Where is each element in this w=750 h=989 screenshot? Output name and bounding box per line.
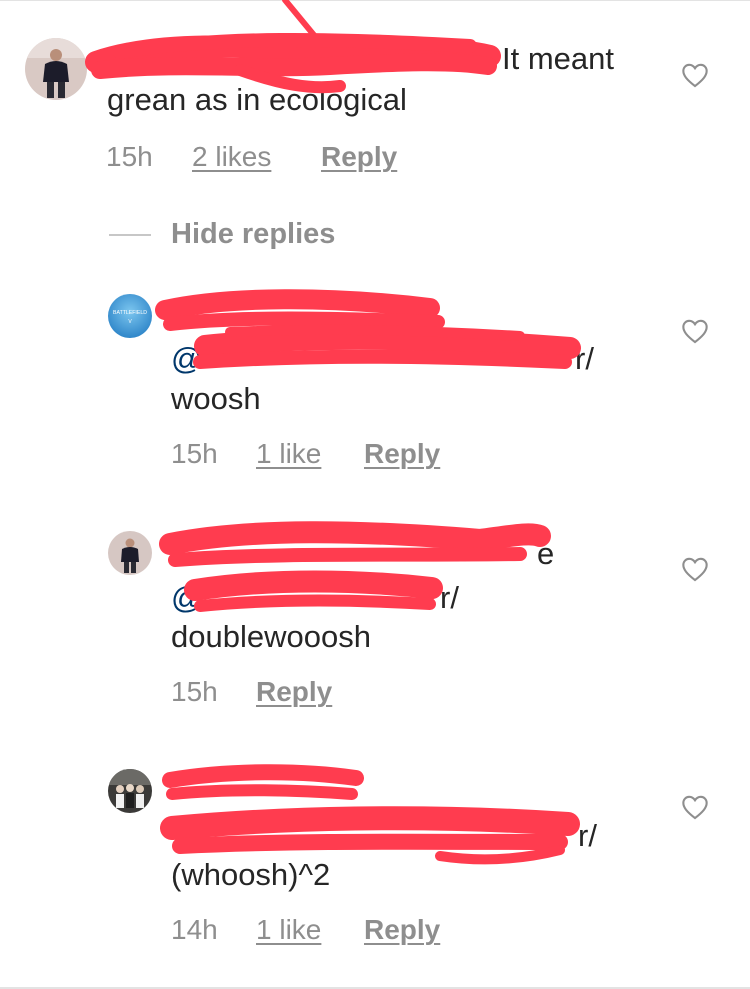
reply-button[interactable]: Reply	[321, 140, 397, 174]
comment-text-line-2: grean as in ecological	[107, 82, 407, 117]
reply-text-line-1-tail: e	[537, 536, 555, 571]
reply-text-line-3: doublewooosh	[171, 619, 371, 654]
mention-prefix[interactable]: @	[171, 339, 202, 379]
reply-text-line-3: woosh	[171, 381, 261, 416]
top-divider	[0, 0, 750, 1]
battlefield-avatar[interactable]: BATTLEFIELD V	[108, 294, 152, 338]
hide-replies-divider	[109, 234, 151, 236]
battlefield-avatar-label: BATTLEFIELD	[113, 310, 147, 316]
reply-text-tail: r/	[440, 580, 459, 615]
likes-link[interactable]: 1 like	[256, 437, 321, 471]
avatar[interactable]	[25, 38, 87, 100]
heart-outline-icon[interactable]	[681, 62, 709, 88]
mention-prefix[interactable]: @	[171, 578, 202, 618]
heart-outline-icon[interactable]	[681, 318, 709, 344]
heart-outline-icon[interactable]	[681, 794, 709, 820]
reply-text-line-3: (whoosh)^2	[171, 857, 331, 892]
comment-timestamp: 15h	[106, 141, 153, 172]
hide-replies-button[interactable]: Hide replies	[171, 217, 335, 251]
comment-text-line-1: It meant	[502, 41, 614, 76]
reply-timestamp: 15h	[171, 676, 218, 707]
reply-button[interactable]: Reply	[364, 913, 440, 947]
reply-text-tail: r/	[578, 818, 597, 853]
likes-link[interactable]: 1 like	[256, 913, 321, 947]
reply-text-tail: r/	[575, 341, 594, 376]
likes-link[interactable]: 2 likes	[192, 140, 271, 174]
user-avatar[interactable]	[108, 531, 152, 575]
reply-timestamp: 14h	[171, 914, 218, 945]
reply-button[interactable]: Reply	[256, 675, 332, 709]
reply-timestamp: 15h	[171, 438, 218, 469]
heart-outline-icon[interactable]	[681, 556, 709, 582]
reply-button[interactable]: Reply	[364, 437, 440, 471]
group-avatar[interactable]	[108, 769, 152, 813]
